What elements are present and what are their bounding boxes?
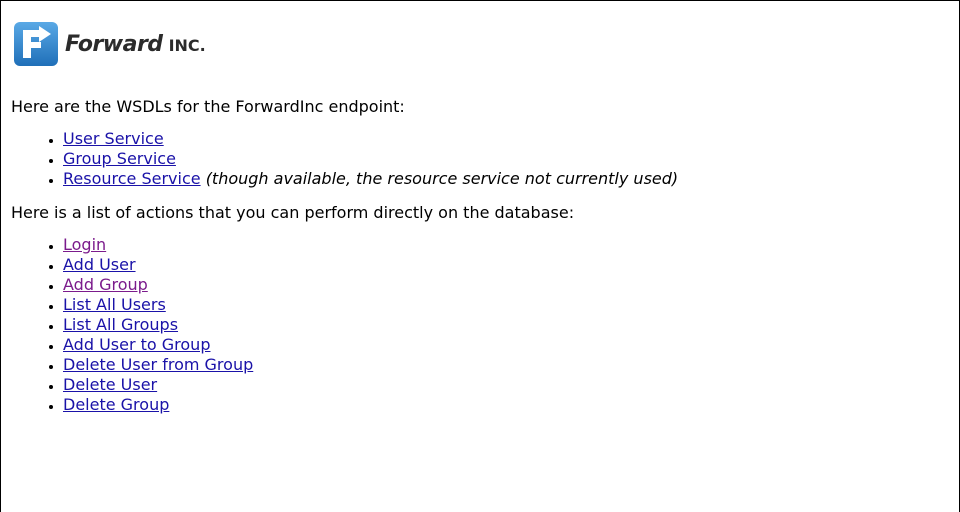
list-item: Delete Group [63,395,949,415]
page-content: Forward INC. Here are the WSDLs for the … [11,13,949,415]
user-service-link[interactable]: User Service [63,129,164,148]
add-user-to-group-link[interactable]: Add User to Group [63,335,210,354]
delete-group-link[interactable]: Delete Group [63,395,169,414]
add-group-link[interactable]: Add Group [63,275,148,294]
list-item: List All Users [63,295,949,315]
list-item: Delete User [63,375,949,395]
list-item: Delete User from Group [63,355,949,375]
actions-intro-text: Here is a list of actions that you can p… [11,203,575,222]
action-link-list: Login Add User Add Group List All Users … [11,235,949,415]
resource-service-link[interactable]: Resource Service [63,169,201,188]
wsdl-intro-text: Here are the WSDLs for the ForwardInc en… [11,97,405,116]
resource-service-note: (though available, the resource service … [205,169,679,188]
list-item: User Service [63,129,949,149]
list-all-users-link[interactable]: List All Users [63,295,166,314]
group-service-link[interactable]: Group Service [63,149,176,168]
list-item: List All Groups [63,315,949,335]
delete-user-link[interactable]: Delete User [63,375,157,394]
list-item: Group Service [63,149,949,169]
brand-name: Forward [65,31,163,57]
forward-logo-mark-icon [14,22,58,66]
list-all-groups-link[interactable]: List All Groups [63,315,178,334]
login-link[interactable]: Login [63,235,106,254]
delete-user-from-group-link[interactable]: Delete User from Group [63,355,253,374]
add-user-link[interactable]: Add User [63,255,136,274]
list-item: Resource Service (though available, the … [63,169,949,189]
list-item: Add User to Group [63,335,949,355]
brand-wordmark: Forward INC. [65,32,206,57]
page-frame: Forward INC. Here are the WSDLs for the … [0,0,960,512]
list-item: Add Group [63,275,949,295]
forward-logo: Forward INC. [13,13,949,75]
wsdl-link-list: User Service Group Service Resource Serv… [11,129,949,189]
brand-suffix: INC. [168,35,206,55]
list-item: Add User [63,255,949,275]
list-item: Login [63,235,949,255]
